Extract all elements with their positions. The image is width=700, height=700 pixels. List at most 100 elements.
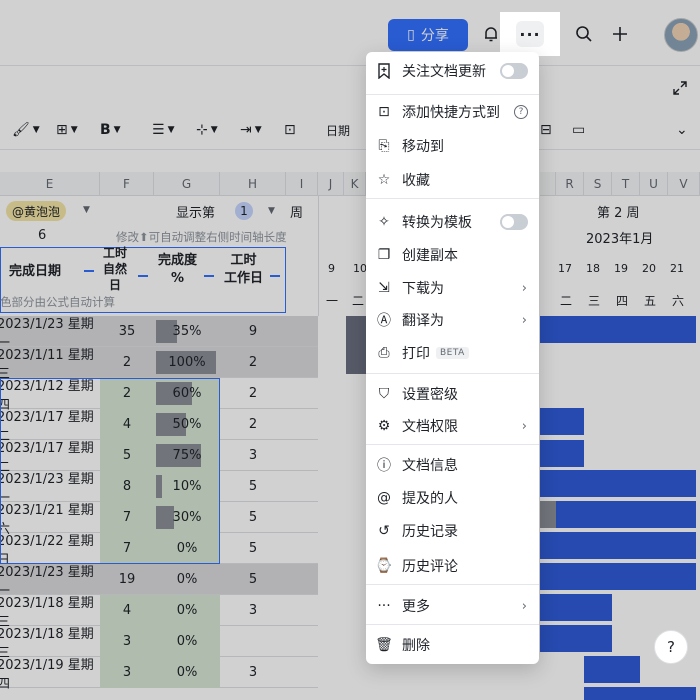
- menu-item-print[interactable]: ⎙ 打印 BETA: [366, 337, 539, 369]
- work-days-cell[interactable]: [220, 626, 286, 657]
- completion-cell[interactable]: 0%: [154, 657, 220, 688]
- work-days-cell[interactable]: 2: [220, 378, 286, 409]
- menu-item-favorite[interactable]: ☆ 收藏: [366, 164, 539, 196]
- avatar[interactable]: [664, 18, 698, 52]
- menu-item-permissions[interactable]: ⚙ 文档权限 ›: [366, 410, 539, 442]
- natural-days-cell[interactable]: 3: [100, 626, 154, 657]
- col-header-t[interactable]: T: [612, 172, 640, 196]
- completion-cell[interactable]: 0%: [154, 595, 220, 626]
- menu-item-delete[interactable]: 🗑 删除: [366, 629, 539, 661]
- col-header-e[interactable]: E: [0, 172, 100, 196]
- col-header-i[interactable]: I: [286, 172, 318, 196]
- work-days-cell[interactable]: 5: [220, 471, 286, 502]
- finish-date-cell[interactable]: 2023/1/18 星期三: [0, 626, 97, 661]
- col-header-q[interactable]: [540, 172, 556, 196]
- finish-date-cell[interactable]: 2023/1/18 星期三: [0, 595, 97, 630]
- finish-date-cell[interactable]: 2023/1/19 星期四: [0, 657, 97, 692]
- convert-template-toggle[interactable]: [500, 214, 528, 230]
- follow-updates-toggle[interactable]: [500, 63, 528, 79]
- work-days-cell[interactable]: 9: [220, 316, 286, 347]
- collapse-toolbar[interactable]: ⌄: [676, 120, 688, 140]
- gantt-bar-progress[interactable]: [540, 501, 556, 528]
- work-days-cell[interactable]: 5: [220, 502, 286, 533]
- share-button[interactable]: ▯ 分享: [388, 19, 468, 51]
- col-header-u[interactable]: U: [640, 172, 668, 196]
- gantt-bar[interactable]: [540, 316, 696, 343]
- week-dropdown-caret[interactable]: ▼: [268, 206, 275, 216]
- menu-item-download[interactable]: ⇲ 下载为 ›: [366, 272, 539, 304]
- finish-date-cell[interactable]: 2023/1/23 星期一: [0, 564, 97, 599]
- help-icon[interactable]: ?: [514, 105, 528, 119]
- work-days-header[interactable]: 工时 工作日: [224, 252, 263, 288]
- col-header-v[interactable]: V: [668, 172, 700, 196]
- merge-tool[interactable]: ⊡: [284, 120, 296, 140]
- menu-item-mentions[interactable]: @ 提及的人: [366, 482, 539, 514]
- gantt-bar[interactable]: [556, 501, 696, 528]
- work-days-cell[interactable]: 5: [220, 533, 286, 564]
- filter-icon[interactable]: [82, 267, 94, 282]
- col-header-s[interactable]: S: [584, 172, 612, 196]
- date-format-tool[interactable]: 日期: [326, 120, 350, 140]
- natural-days-cell[interactable]: 2: [100, 347, 154, 378]
- work-days-cell[interactable]: 3: [220, 595, 286, 626]
- vertical-align-tool[interactable]: ⊹ ▼: [196, 120, 218, 140]
- menu-item-more[interactable]: ··· 更多 ›: [366, 590, 539, 622]
- gantt-bar[interactable]: [346, 316, 366, 374]
- filter-icon[interactable]: [136, 272, 148, 287]
- week-number-badge[interactable]: 1: [235, 202, 253, 220]
- filter-icon[interactable]: [268, 272, 280, 287]
- menu-item-follow-updates[interactable]: 关注文档更新: [366, 55, 539, 87]
- gantt-bar[interactable]: [540, 408, 584, 435]
- menu-item-comment-history[interactable]: ⌚ 历史评论: [366, 550, 539, 582]
- gantt-bar[interactable]: [540, 594, 612, 621]
- gantt-bar[interactable]: [584, 656, 640, 683]
- owner-tag[interactable]: @黄泡泡: [6, 201, 67, 221]
- natural-days-header[interactable]: 工时 自然 日: [103, 245, 127, 293]
- wrap-tool[interactable]: ⇥ ▼: [240, 120, 262, 140]
- completion-cell[interactable]: 100%: [154, 347, 220, 378]
- gantt-bar[interactable]: [540, 625, 612, 652]
- work-days-cell[interactable]: 2: [220, 347, 286, 378]
- menu-item-move-to[interactable]: ⎘ 移动到: [366, 130, 539, 162]
- plus-icon[interactable]: [608, 22, 632, 46]
- menu-item-convert-template[interactable]: ✧ 转换为模板: [366, 201, 539, 243]
- col-header-f[interactable]: F: [100, 172, 154, 196]
- menu-item-duplicate[interactable]: ❐ 创建副本: [366, 239, 539, 271]
- col-header-h[interactable]: H: [220, 172, 286, 196]
- align-tool[interactable]: ☰ ▼: [152, 120, 174, 140]
- search-icon[interactable]: [572, 22, 596, 46]
- finish-date-cell[interactable]: 2023/1/23 星期一: [0, 316, 97, 351]
- work-days-cell[interactable]: 3: [220, 657, 286, 688]
- work-days-cell[interactable]: 2: [220, 409, 286, 440]
- col-header-r[interactable]: R: [556, 172, 584, 196]
- menu-item-translate[interactable]: Ⓐ 翻译为 ›: [366, 304, 539, 336]
- col-header-g[interactable]: G: [154, 172, 220, 196]
- completion-cell[interactable]: 0%: [154, 626, 220, 657]
- gantt-bar[interactable]: [540, 563, 696, 590]
- natural-days-cell[interactable]: 4: [100, 595, 154, 626]
- border-tool[interactable]: ⊞ ▼: [56, 120, 78, 140]
- completion-cell[interactable]: 35%: [154, 316, 220, 347]
- expand-icon[interactable]: [672, 80, 688, 100]
- help-center-button[interactable]: ?: [654, 630, 688, 664]
- natural-days-cell[interactable]: 35: [100, 316, 154, 347]
- natural-days-cell[interactable]: 3: [100, 657, 154, 688]
- more-options-button[interactable]: ···: [500, 12, 560, 56]
- filter-view-tool[interactable]: ⊟: [540, 120, 552, 140]
- owner-dropdown-caret[interactable]: ▼: [83, 205, 90, 215]
- completion-cell[interactable]: 0%: [154, 564, 220, 595]
- menu-item-doc-info[interactable]: ⓘ 文档信息: [366, 449, 539, 481]
- menu-item-security-level[interactable]: ⛉ 设置密级: [366, 378, 539, 410]
- work-days-cell[interactable]: 3: [220, 440, 286, 471]
- gantt-bar[interactable]: [584, 687, 696, 700]
- finish-date-header[interactable]: 完成日期: [9, 260, 61, 279]
- filter-icon[interactable]: [202, 272, 214, 287]
- finish-date-cell[interactable]: 2023/1/11 星期三: [0, 347, 97, 382]
- bold-tool[interactable]: B ▼: [100, 120, 121, 140]
- completion-header[interactable]: 完成度 %: [158, 252, 197, 288]
- fill-color-tool[interactable]: 🖌 ▼: [12, 120, 40, 140]
- menu-item-add-shortcut[interactable]: ⊡ 添加快捷方式到 ?: [366, 96, 539, 128]
- gantt-bar[interactable]: [540, 470, 696, 497]
- col-header-j[interactable]: J: [318, 172, 344, 196]
- menu-item-history[interactable]: ↺ 历史记录: [366, 515, 539, 547]
